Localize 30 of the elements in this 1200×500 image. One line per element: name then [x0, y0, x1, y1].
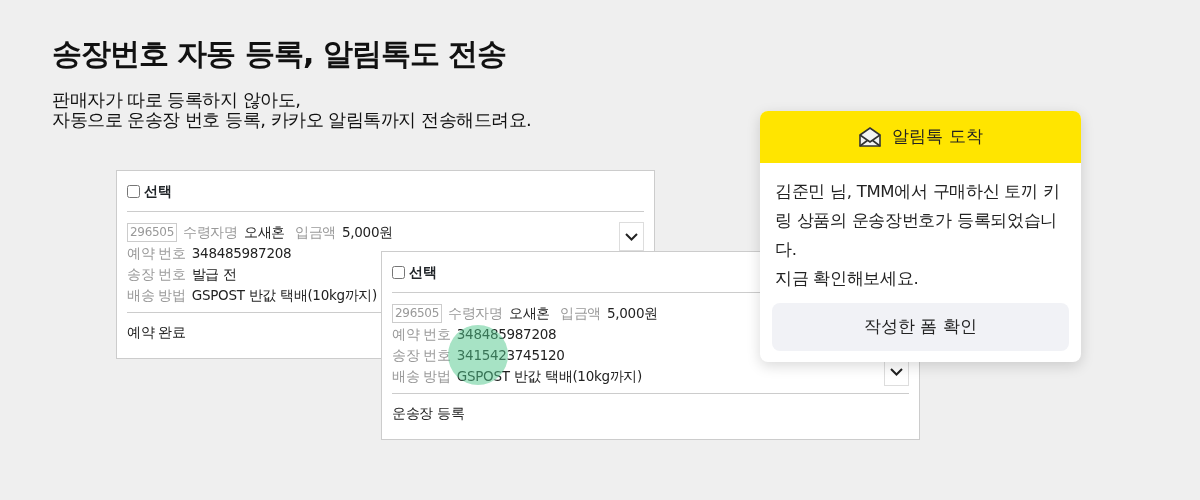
- field-value: 348485987208: [191, 244, 292, 263]
- field-label: 송장 번호: [127, 265, 186, 284]
- view-form-button[interactable]: 작성한 폼 확인: [772, 303, 1069, 351]
- field-value: 5,000원: [342, 223, 393, 242]
- notification-title: 알림톡 도착: [892, 125, 983, 149]
- subtitle: 판매자가 따로 등록하지 않아도, 자동으로 운송장 번호 등록, 카카오 알림톡까지 전송해드려요.: [52, 90, 532, 130]
- field-value: 오새혼: [508, 304, 550, 323]
- field-label: 수령자명: [183, 223, 238, 242]
- field-value: 오새혼: [243, 223, 285, 242]
- checkbox-label: 선택: [409, 262, 437, 282]
- checkbox-label: 선택: [144, 181, 172, 201]
- order-status: 예약 완료: [127, 324, 186, 340]
- field-label: 수령자명: [448, 304, 503, 323]
- field-label: 입금액: [559, 304, 602, 323]
- order-status: 운송장 등록: [392, 405, 465, 421]
- field-value: 5,000원: [607, 304, 658, 323]
- field-value: GSPOST 반값 택배(10kg까지): [191, 286, 378, 305]
- field-value: 발급 전: [191, 265, 237, 284]
- field-label: 예약 번호: [127, 244, 186, 263]
- field-label: 예약 번호: [392, 325, 451, 344]
- field-value: 3415423745120: [456, 346, 565, 365]
- headline: 송장번호 자동 등록, 알림톡도 전송: [52, 36, 508, 72]
- order-code: 296505: [392, 304, 442, 323]
- order-code: 296505: [127, 223, 177, 242]
- notification-message: 김준민 님, TMM에서 구매하신 토끼 키링 상품의 운송장번호가 등록되었습니다. 지금 확인해보세요.: [774, 181, 1061, 290]
- field-label: 배송 방법: [392, 367, 451, 386]
- field-label: 배송 방법: [127, 286, 186, 305]
- field-value: GSPOST 반값 택배(10kg까지): [456, 367, 643, 386]
- field-label: 입금액: [294, 223, 337, 242]
- field-value: 348485987208: [456, 325, 557, 344]
